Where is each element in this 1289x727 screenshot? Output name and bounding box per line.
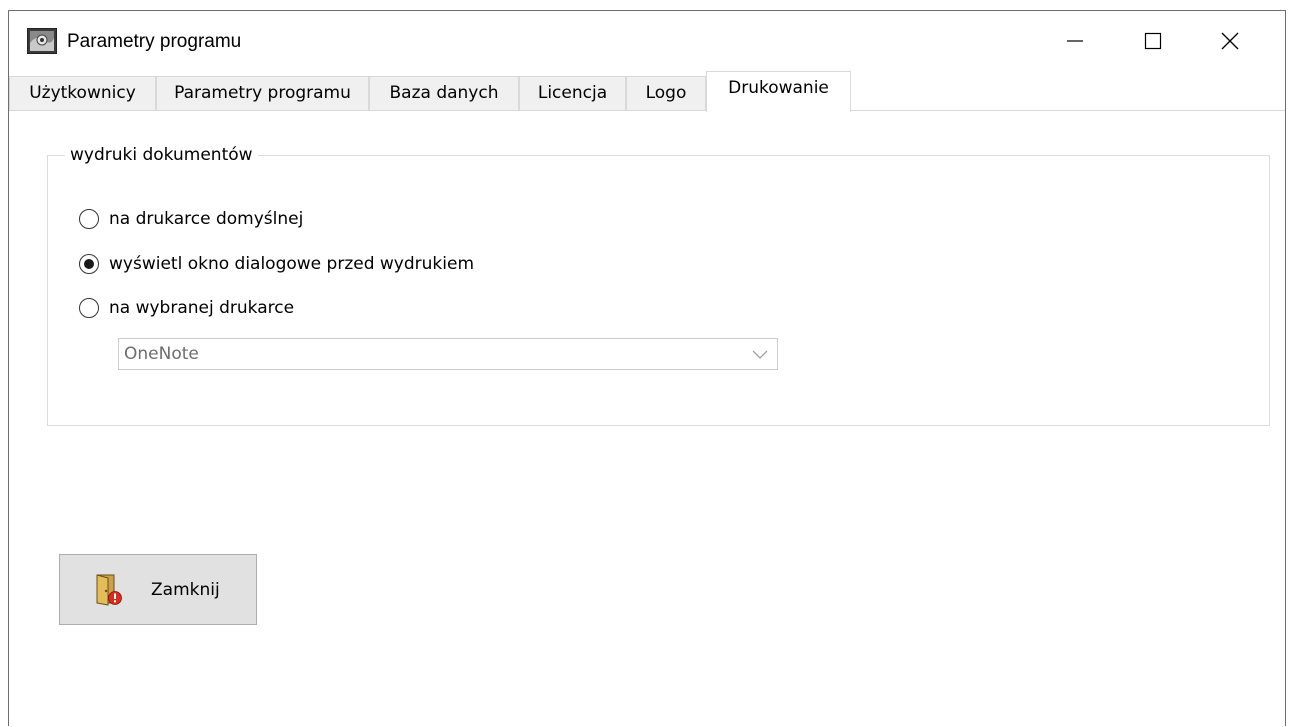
tab-strip: Użytkownicy Parametry programu Baza dany…: [9, 71, 1285, 112]
exit-door-icon: [96, 574, 122, 606]
tab-parametry-programu[interactable]: Parametry programu: [156, 76, 369, 110]
close-button-label: Zamknij: [151, 580, 220, 600]
close-icon: [1221, 32, 1239, 50]
radio-label: na wybranej drukarce: [109, 298, 295, 318]
radio-label: na drukarce domyślnej: [109, 209, 304, 229]
radio-button[interactable]: [79, 209, 99, 229]
tab-panel-drukowanie: wydruki dokumentów na drukarce domyślnej…: [9, 111, 1285, 727]
radio-default-printer[interactable]: na drukarce domyślnej: [79, 206, 303, 232]
radio-selected-printer[interactable]: na wybranej drukarce: [79, 295, 294, 321]
radio-button-checked[interactable]: [79, 254, 99, 274]
radio-button[interactable]: [79, 298, 99, 318]
tab-logo[interactable]: Logo: [626, 76, 706, 110]
minimize-icon: [1067, 40, 1083, 42]
print-options-group: wydruki dokumentów na drukarce domyślnej…: [47, 143, 1270, 426]
radio-label: wyświetl okno dialogowe przed wydrukiem: [109, 254, 475, 274]
radio-show-print-dialog[interactable]: wyświetl okno dialogowe przed wydrukiem: [79, 251, 474, 277]
chevron-down-icon: [752, 350, 768, 359]
close-button[interactable]: Zamknij: [59, 554, 257, 625]
printer-select-value: OneNote: [124, 344, 199, 364]
printer-select[interactable]: OneNote: [118, 338, 778, 370]
maximize-button[interactable]: [1122, 11, 1184, 71]
minimize-button[interactable]: [1044, 11, 1106, 71]
title-bar[interactable]: Parametry programu: [9, 11, 1285, 71]
window-title: Parametry programu: [67, 31, 242, 52]
tab-drukowanie[interactable]: Drukowanie: [706, 71, 851, 112]
app-icon: [27, 28, 57, 54]
close-window-button[interactable]: [1199, 11, 1261, 71]
tab-baza-danych[interactable]: Baza danych: [369, 76, 519, 110]
maximize-icon: [1144, 32, 1162, 50]
tab-licencja[interactable]: Licencja: [519, 76, 626, 110]
tab-uzytkownicy[interactable]: Użytkownicy: [9, 76, 156, 110]
group-label: wydruki dokumentów: [65, 143, 258, 167]
app-window: Parametry programu Użytkownicy Parametry…: [8, 10, 1286, 727]
